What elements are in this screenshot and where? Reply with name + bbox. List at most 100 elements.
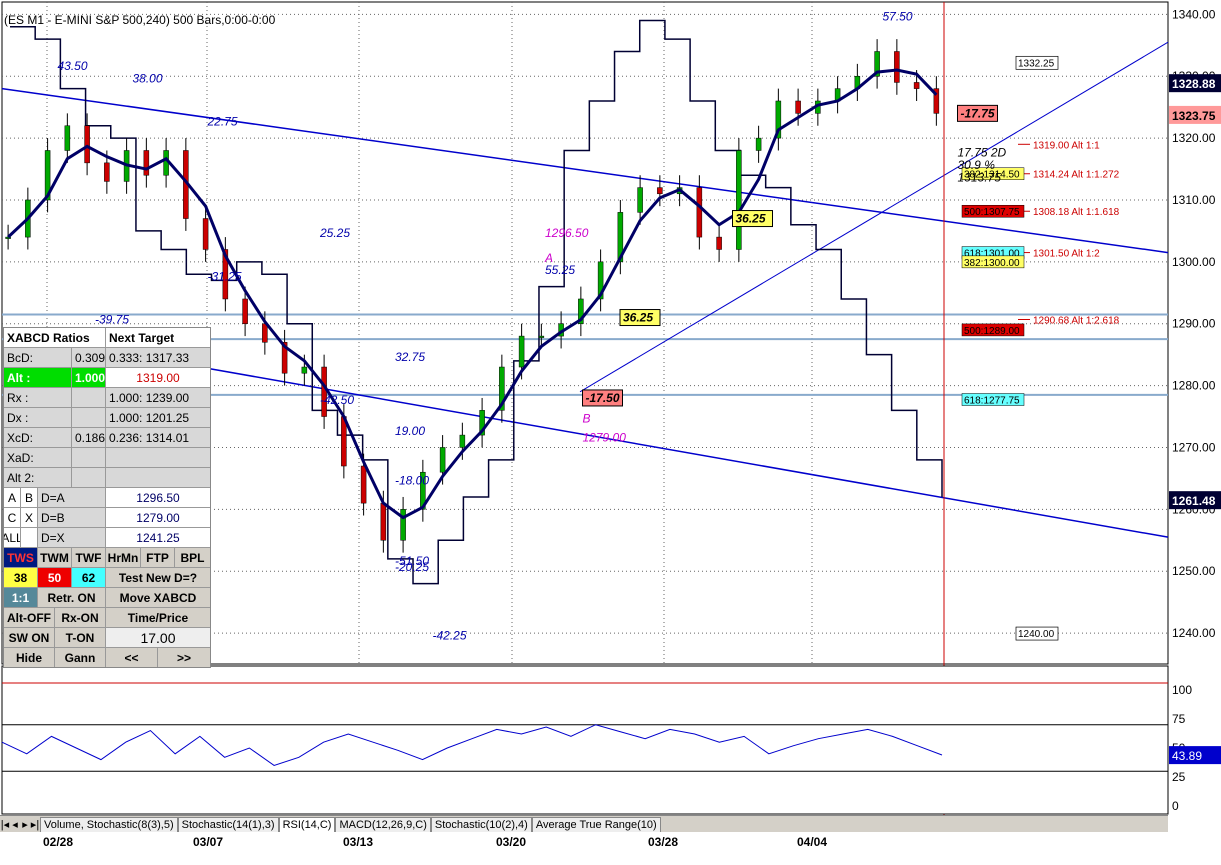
point-toggle[interactable]: B xyxy=(21,488,38,507)
annotation-label: -20.25 xyxy=(395,560,429,574)
test-new-button[interactable]: Test New D=? xyxy=(106,568,210,587)
point-toggle[interactable]: C xyxy=(4,508,21,527)
rsi-pane xyxy=(1,665,1169,815)
annotation-label: -42.25 xyxy=(433,628,467,642)
tab-stochastic-10[interactable]: Stochastic(10(2),4) xyxy=(430,816,532,832)
fib-62-button[interactable]: 62 xyxy=(72,568,106,587)
hide-button[interactable]: Hide xyxy=(4,648,55,667)
rsi-tick-label: 25 xyxy=(1172,770,1186,784)
fib-50-button[interactable]: 50 xyxy=(38,568,72,587)
fib-level-label: 500:1289.00 xyxy=(964,326,1020,337)
first-tab-icon[interactable]: |◂ xyxy=(0,818,10,831)
annotation-label: 1296.50 xyxy=(545,226,589,240)
fib-38-button[interactable]: 38 xyxy=(4,568,38,587)
candle-body xyxy=(459,434,466,448)
ratio-label: Dx : xyxy=(4,408,72,427)
candle-body xyxy=(894,51,900,83)
candle-body xyxy=(795,100,801,114)
candle-body xyxy=(538,335,545,338)
tws-button[interactable]: TWS xyxy=(4,548,38,567)
rsi-value-label: 43.89 xyxy=(1172,749,1202,763)
annotation-label: 1313.75 xyxy=(958,170,1002,184)
fib-alt-label: 1301.50 Alt 1:2 xyxy=(1033,249,1100,260)
annotation-label: 32.75 xyxy=(395,350,425,364)
gann-button[interactable]: Gann xyxy=(55,648,106,667)
sw-on-button[interactable]: SW ON xyxy=(4,628,55,647)
hrmn-button[interactable]: HrMn xyxy=(106,548,141,567)
ratio-target: 0.236: 1314.01 xyxy=(106,428,210,447)
last-tab-icon[interactable]: ▸| xyxy=(30,818,40,831)
ftp-button[interactable]: FTP xyxy=(141,548,175,567)
tab-stochastic-14[interactable]: Stochastic(14(1),3) xyxy=(177,816,279,832)
move-xabcd-button[interactable]: Move XABCD xyxy=(106,588,210,607)
ratio-1-1-button[interactable]: 1:1 xyxy=(4,588,38,607)
bpl-button[interactable]: BPL xyxy=(175,548,210,567)
retr-on-button[interactable]: Retr. ON xyxy=(38,588,106,607)
d-equation: D=B xyxy=(38,508,106,527)
point-toggle[interactable]: A xyxy=(4,488,21,507)
candle-body xyxy=(696,187,703,238)
rsi-tick-label: 75 xyxy=(1172,712,1186,726)
annotation-label: 22.75 xyxy=(207,115,238,129)
annotation-label: 38.00 xyxy=(133,71,163,85)
ratio-label: XcD: xyxy=(4,428,72,447)
value-input[interactable]: 17.00 xyxy=(106,628,210,647)
price-label: 1328.88 xyxy=(1172,77,1216,91)
y-tick-label: 1300.00 xyxy=(1172,255,1216,269)
alt-off-button[interactable]: Alt-OFF xyxy=(4,608,55,627)
annotation-label: -18.00 xyxy=(395,474,429,488)
ratio-label: BcD: xyxy=(4,348,72,367)
y-tick-label: 1250.00 xyxy=(1172,564,1216,578)
xabcd-panel: XABCD Ratios Next Target BcD: 0.309 0.333:… xyxy=(3,327,211,668)
candle-body xyxy=(202,218,209,250)
point-toggle[interactable]: X xyxy=(21,508,38,527)
y-tick-label: 1340.00 xyxy=(1172,7,1216,21)
point-toggle[interactable]: ALL xyxy=(4,528,21,547)
rsi-tick-label: 0 xyxy=(1172,799,1179,813)
annotation-label: 43.50 xyxy=(58,59,88,73)
y-tick-label: 1310.00 xyxy=(1172,193,1216,207)
annotation-label: 1279.00 xyxy=(583,430,627,444)
annotation-label: 25.25 xyxy=(319,226,350,240)
next-tab-icon[interactable]: ▸ xyxy=(20,818,30,831)
point-toggle[interactable] xyxy=(21,528,38,547)
ratio-label: Alt 2: xyxy=(4,468,72,487)
time-price-button[interactable]: Time/Price xyxy=(106,608,210,627)
panel-header-target: Next Target xyxy=(106,328,210,347)
candle-body xyxy=(913,82,920,89)
tab-rsi[interactable]: RSI(14,C) xyxy=(278,816,336,832)
fib-alt-label: 1308.18 Alt 1:1.618 xyxy=(1033,207,1120,218)
prev-tab-icon[interactable]: ◂ xyxy=(10,818,20,831)
tab-atr[interactable]: Average True Range(10) xyxy=(531,816,661,832)
fib-alt-label: 1314.24 Alt 1:1.272 xyxy=(1033,170,1120,181)
tab-volume-stochastic[interactable]: Volume, Stochastic(8(3),5) xyxy=(40,816,178,832)
annotation-label: 57.50 xyxy=(883,10,913,24)
next-button[interactable]: >> xyxy=(158,648,210,667)
candle-body xyxy=(360,465,367,504)
price-callout: 1332.25 xyxy=(1018,58,1055,69)
d-value: 1241.25 xyxy=(136,530,180,545)
date-label: 03/13 xyxy=(343,835,374,849)
rx-on-button[interactable]: Rx-ON xyxy=(55,608,106,627)
ratio-target: 1319.00 xyxy=(136,370,180,385)
date-label: 03/28 xyxy=(648,835,679,849)
date-label: 02/28 xyxy=(43,835,74,849)
y-tick-label: 1280.00 xyxy=(1172,379,1216,393)
candle-body xyxy=(657,187,663,195)
price-callout: 1240.00 xyxy=(1018,629,1055,640)
t-on-button[interactable]: T-ON xyxy=(55,628,106,647)
candle-body xyxy=(637,187,643,213)
candle-body xyxy=(242,298,248,324)
d-value: 1296.50 xyxy=(136,490,180,505)
twf-button[interactable]: TWF xyxy=(72,548,106,567)
prev-button[interactable]: << xyxy=(106,648,158,667)
candle-body xyxy=(64,125,71,151)
price-label: 1261.48 xyxy=(1172,494,1216,508)
candle-body xyxy=(736,150,742,250)
tab-macd[interactable]: MACD(12,26,9,C) xyxy=(335,816,431,832)
y-tick-label: 1320.00 xyxy=(1172,131,1216,145)
ratio-target: 0.333: 1317.33 xyxy=(106,348,210,367)
candle-body xyxy=(755,137,762,151)
twm-button[interactable]: TWM xyxy=(38,548,72,567)
date-label: 03/20 xyxy=(496,835,527,849)
